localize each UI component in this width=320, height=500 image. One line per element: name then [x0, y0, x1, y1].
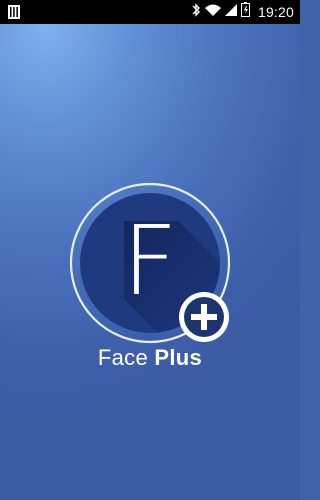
app-name-plus: Plus — [154, 345, 203, 370]
app-name: Face Plus — [0, 345, 300, 371]
bluetooth-icon — [191, 2, 201, 22]
status-bar: 19:20 — [0, 0, 300, 24]
notification-icon — [8, 5, 20, 24]
app-name-face: Face — [97, 345, 148, 370]
app-logo: F — [68, 182, 232, 347]
signal-icon — [224, 3, 237, 21]
logo-letter: F — [122, 205, 177, 317]
battery-icon — [240, 2, 250, 22]
clock-text: 19:20 — [257, 4, 294, 20]
wifi-icon — [204, 3, 221, 21]
plus-badge-icon — [179, 292, 229, 342]
